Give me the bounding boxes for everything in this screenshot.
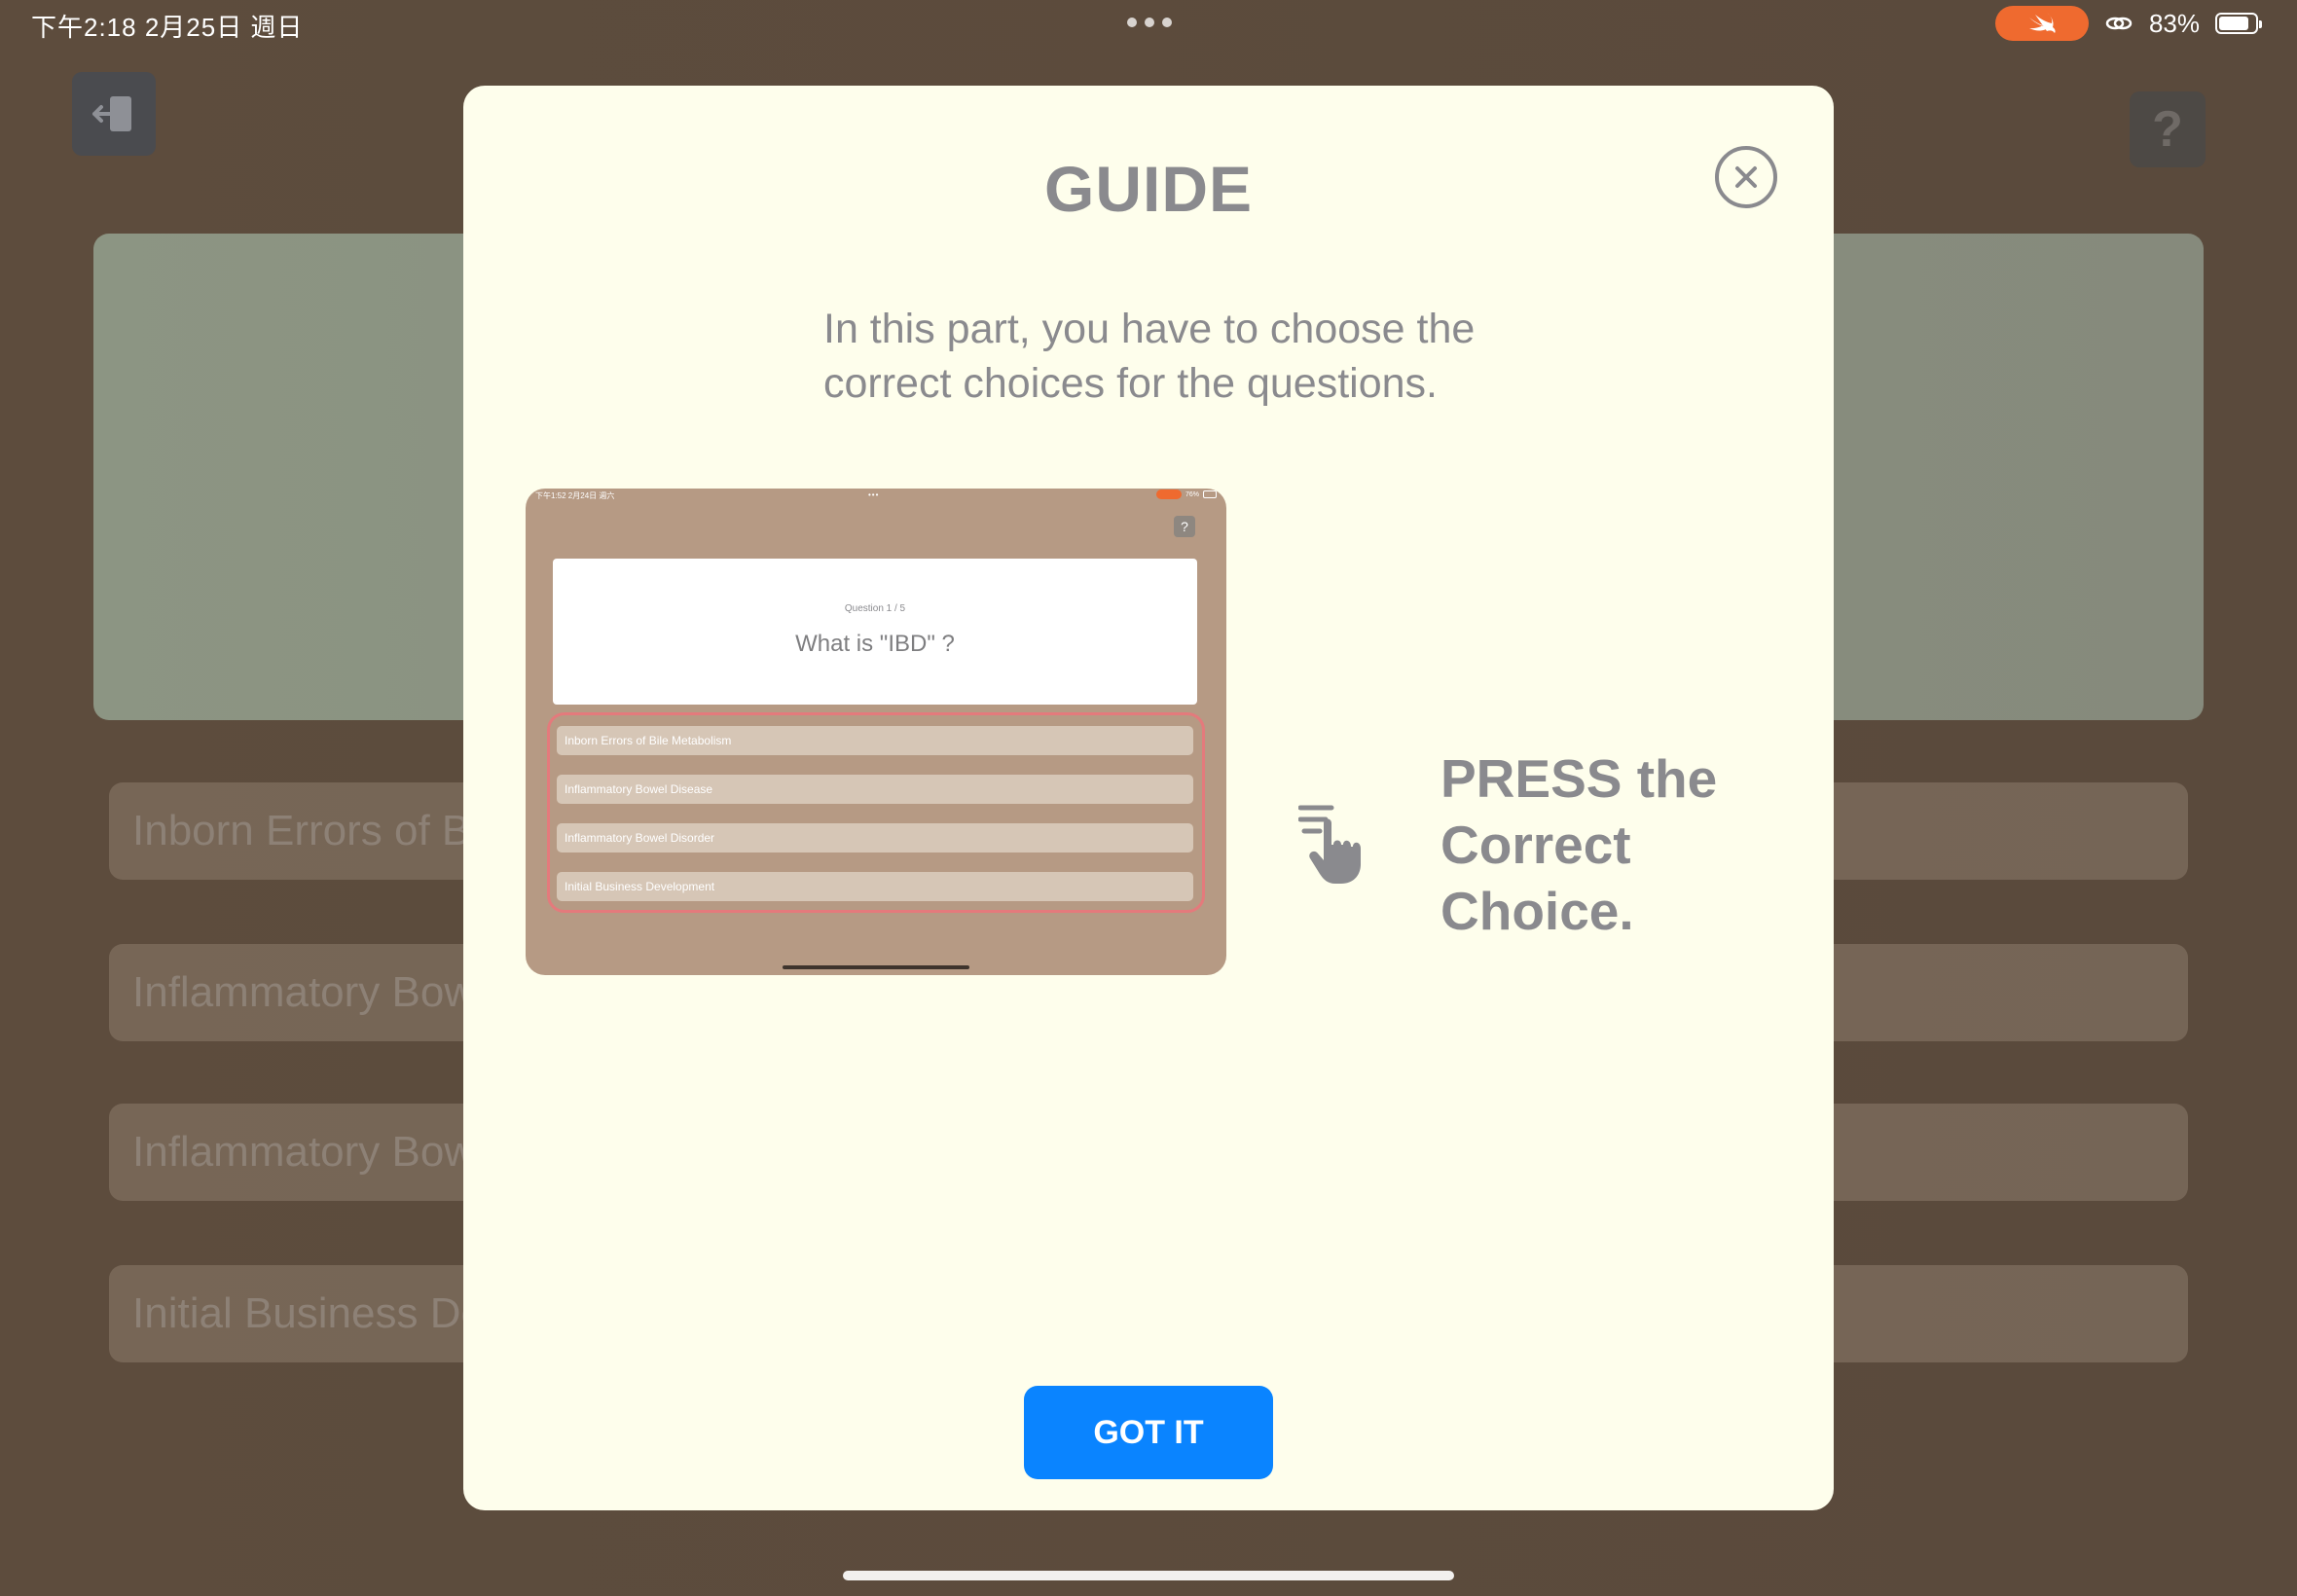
close-button[interactable] [1715, 146, 1777, 208]
preview-battery-icon [1203, 490, 1217, 498]
preview-swift-icon [1155, 490, 1182, 499]
help-button[interactable]: ? [2130, 91, 2206, 167]
preview-choice: Inborn Errors of Bile Metabolism [557, 726, 1193, 755]
preview-question-number: Question 1 / 5 [844, 603, 906, 614]
home-indicator[interactable] [843, 1571, 1454, 1580]
got-it-button[interactable]: GOT IT [1024, 1386, 1273, 1479]
multitasking-dots-icon[interactable] [1127, 18, 1172, 27]
preview-choice: Initial Business Development [557, 872, 1193, 901]
hand-tap-icon [1298, 805, 1361, 884]
link-icon [2105, 17, 2133, 30]
swift-playgrounds-icon[interactable] [1994, 6, 2089, 41]
preview-battery-percent: 76% [1185, 490, 1199, 498]
status-indicators: 83% [1994, 6, 2262, 41]
exit-button[interactable] [72, 72, 156, 156]
guide-instruction: PRESS the Correct Choice. [1440, 748, 1718, 941]
guide-description: In this part, you have to choose the cor… [823, 306, 1476, 407]
preview-home-indicator [783, 965, 969, 969]
preview-question-text: What is "IBD" ? [795, 631, 955, 657]
battery-icon [2215, 13, 2262, 34]
exit-icon [92, 96, 131, 131]
preview-help-icon: ? [1174, 516, 1195, 537]
guide-preview-image: 下午1:52 2月24日 週六 ••• 76% ? Question 1 / 5… [526, 489, 1226, 975]
preview-choice: Inflammatory Bowel Disorder [557, 823, 1193, 852]
preview-status-dots: ••• [868, 490, 880, 499]
preview-status-indicators: 76% [1155, 490, 1217, 499]
guide-modal: GUIDE In this part, you have to choose t… [463, 86, 1834, 1510]
preview-choice: Inflammatory Bowel Disease [557, 775, 1193, 804]
status-time-date: 下午2:18 2月25日 週日 [31, 13, 304, 42]
modal-title: GUIDE [1043, 153, 1254, 225]
close-icon [1735, 166, 1757, 188]
preview-question-card: Question 1 / 5 What is "IBD" ? [553, 559, 1197, 705]
battery-percent: 83% [2148, 8, 2200, 38]
preview-status-time: 下午1:52 2月24日 週六 [535, 491, 615, 500]
